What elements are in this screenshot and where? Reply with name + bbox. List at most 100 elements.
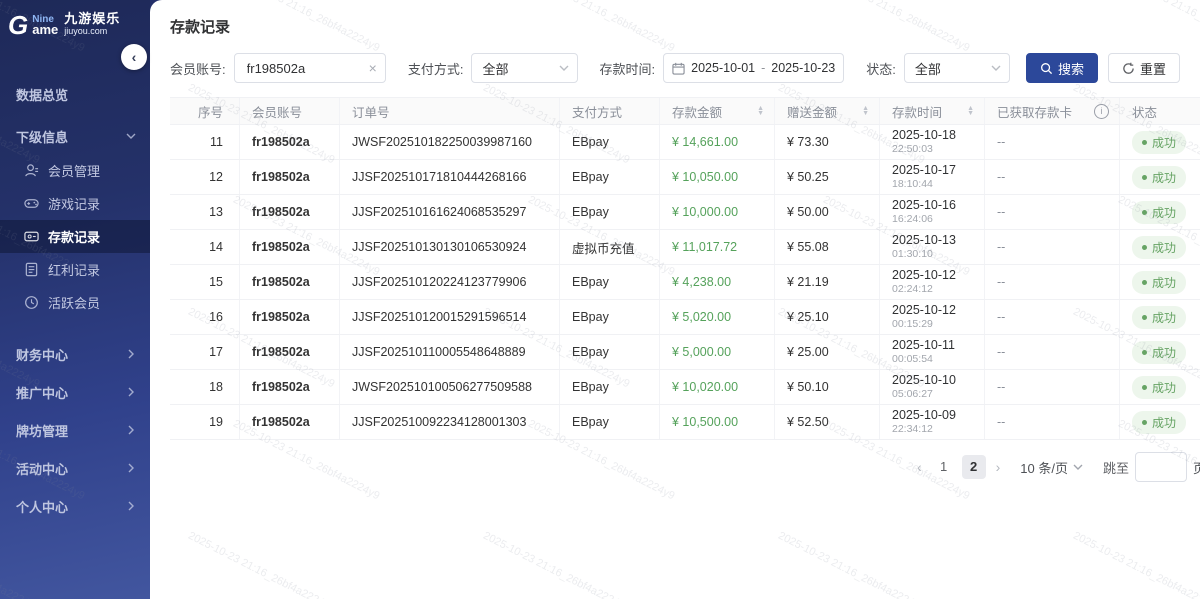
sidebar-group-finance-center[interactable]: 财务中心 [0, 335, 150, 373]
cell-bonus_amount: ¥ 73.30 [775, 125, 880, 159]
table-row: 17fr198502aJJSF202510110005548648889EBpa… [170, 335, 1200, 370]
cell-deposit_time: 2025-10-1822:50:03 [880, 125, 985, 159]
page-1-button[interactable]: 1 [932, 455, 956, 479]
reset-button[interactable]: 重置 [1108, 53, 1180, 83]
user-icon [24, 163, 39, 178]
cell-pay_method: 虚拟币充值 [560, 230, 660, 264]
status-select[interactable]: 全部 [904, 53, 1010, 83]
gamepad-icon [24, 196, 39, 211]
table-row: 15fr198502aJJSF202510120224123779906EBpa… [170, 265, 1200, 300]
search-button[interactable]: 搜索 [1026, 53, 1098, 83]
cell-index: 15 [170, 265, 240, 299]
cell-deposit_time: 2025-10-1718:10:44 [880, 160, 985, 194]
jump-page-input[interactable] [1135, 452, 1187, 482]
sidebar-group-promotion-center[interactable]: 推广中心 [0, 373, 150, 411]
list-icon [24, 262, 39, 277]
status-dot [1142, 385, 1147, 390]
sort-icon[interactable]: ▲▼ [862, 106, 869, 116]
cell-pay_method: EBpay [560, 370, 660, 404]
cell-deposit_amount: ¥ 4,238.00 [660, 265, 775, 299]
page-size-select[interactable]: 10 条/页 [1020, 458, 1083, 477]
chevron-right-icon [126, 425, 136, 435]
status-dot [1142, 210, 1147, 215]
deposit-time-range-picker[interactable]: 2025-10-01 - 2025-10-23 [663, 53, 844, 83]
cell-bonus_amount: ¥ 25.00 [775, 335, 880, 369]
card-icon [24, 229, 39, 244]
sidebar-group-personal-center[interactable]: 个人中心 [0, 487, 150, 525]
sidebar-item-game-records[interactable]: 游戏记录 [0, 187, 150, 220]
col-header-status: 状态 [1120, 98, 1200, 124]
sidebar-item-data-overview[interactable]: 数据总览 [0, 76, 150, 112]
logo-g-mark: G [8, 12, 28, 38]
chevron-down-icon [1073, 462, 1083, 472]
cell-index: 18 [170, 370, 240, 404]
cell-deposit_time: 2025-10-1200:15:29 [880, 300, 985, 334]
table-row: 11fr198502aJWSF202510182250039987160EBpa… [170, 125, 1200, 160]
sidebar-group-paifang-management[interactable]: 牌坊管理 [0, 411, 150, 449]
date-end: 2025-10-23 [771, 61, 835, 75]
clear-icon[interactable]: × [369, 61, 377, 75]
cell-status: 成功 [1120, 335, 1200, 369]
sort-icon[interactable]: ▲▼ [757, 106, 764, 116]
cell-order_no: JWSF202510182250039987160 [340, 125, 560, 159]
info-icon[interactable]: i [1094, 104, 1109, 119]
col-header-order_no: 订单号 [340, 98, 560, 124]
cell-order_no: JJSF202510130130106530924 [340, 230, 560, 264]
sidebar-nav: 数据总览 下级信息 会员管理 游戏记录 存款记录 红利记录 [0, 76, 150, 525]
col-header-deposit_time: 存款时间▲▼ [880, 98, 985, 124]
col-header-bonus_amount: 赠送金额▲▼ [775, 98, 880, 124]
sidebar-group-activity-center[interactable]: 活动中心 [0, 449, 150, 487]
cell-bonus_amount: ¥ 25.10 [775, 300, 880, 334]
table-row: 16fr198502aJJSF202510120015291596514EBpa… [170, 300, 1200, 335]
table-row: 13fr198502aJJSF202510161624068535297EBpa… [170, 195, 1200, 230]
account-filter-label: 会员账号: [170, 59, 226, 78]
cell-account: fr198502a [240, 335, 340, 369]
cell-index: 19 [170, 405, 240, 439]
cell-bonus_amount: ¥ 55.08 [775, 230, 880, 264]
cell-deposit_card: -- [985, 125, 1120, 159]
cell-order_no: JJSF202510120224123779906 [340, 265, 560, 299]
cell-deposit_amount: ¥ 5,020.00 [660, 300, 775, 334]
sidebar-collapse-button[interactable]: ‹ [121, 44, 147, 70]
cell-deposit_card: -- [985, 160, 1120, 194]
chevron-down-icon [559, 63, 569, 73]
status-badge: 成功 [1132, 166, 1186, 189]
status-dot [1142, 175, 1147, 180]
page-2-button[interactable]: 2 [962, 455, 986, 479]
cell-index: 17 [170, 335, 240, 369]
sidebar-group-subordinate-info[interactable]: 下级信息 [0, 118, 150, 154]
clock-icon [24, 295, 39, 310]
cell-deposit_time: 2025-10-1616:24:06 [880, 195, 985, 229]
chevron-right-icon [126, 501, 136, 511]
status-dot [1142, 420, 1147, 425]
account-input-field[interactable] [245, 60, 369, 77]
status-badge: 成功 [1132, 411, 1186, 434]
next-page-button[interactable]: › [992, 459, 1005, 475]
sidebar-item-member-management[interactable]: 会员管理 [0, 154, 150, 187]
brand-logo: G Nine ame 九游娱乐 jiuyou.com [0, 0, 150, 48]
status-dot [1142, 350, 1147, 355]
app-root: G Nine ame 九游娱乐 jiuyou.com 数据总览 下级信息 会员管… [0, 0, 1200, 599]
status-badge: 成功 [1132, 131, 1186, 154]
cell-status: 成功 [1120, 300, 1200, 334]
cell-account: fr198502a [240, 405, 340, 439]
cell-deposit_time: 2025-10-1301:30:10 [880, 230, 985, 264]
logo-brand-text: 九游娱乐 jiuyou.com [64, 12, 120, 38]
prev-page-button[interactable]: ‹ [913, 459, 926, 475]
page-title: 存款记录 [150, 0, 1200, 37]
status-badge: 成功 [1132, 236, 1186, 259]
chevron-down-icon [991, 63, 1001, 73]
cell-account: fr198502a [240, 300, 340, 334]
sidebar-item-active-members[interactable]: 活跃会员 [0, 286, 150, 319]
jump-to-label: 跳至 [1103, 458, 1129, 477]
table-row: 14fr198502aJJSF202510130130106530924虚拟币充… [170, 230, 1200, 265]
cell-deposit_time: 2025-10-1202:24:12 [880, 265, 985, 299]
cell-pay_method: EBpay [560, 195, 660, 229]
account-input[interactable]: × [234, 53, 386, 83]
payment-filter-label: 支付方式: [408, 59, 464, 78]
payment-method-select[interactable]: 全部 [471, 53, 577, 83]
sort-icon[interactable]: ▲▼ [967, 106, 974, 116]
sidebar-item-bonus-records[interactable]: 红利记录 [0, 253, 150, 286]
sidebar-item-deposit-records[interactable]: 存款记录 [0, 220, 150, 253]
table-header-row: 序号会员账号订单号支付方式存款金额▲▼赠送金额▲▼存款时间▲▼已获取存款卡i状态 [170, 98, 1200, 125]
